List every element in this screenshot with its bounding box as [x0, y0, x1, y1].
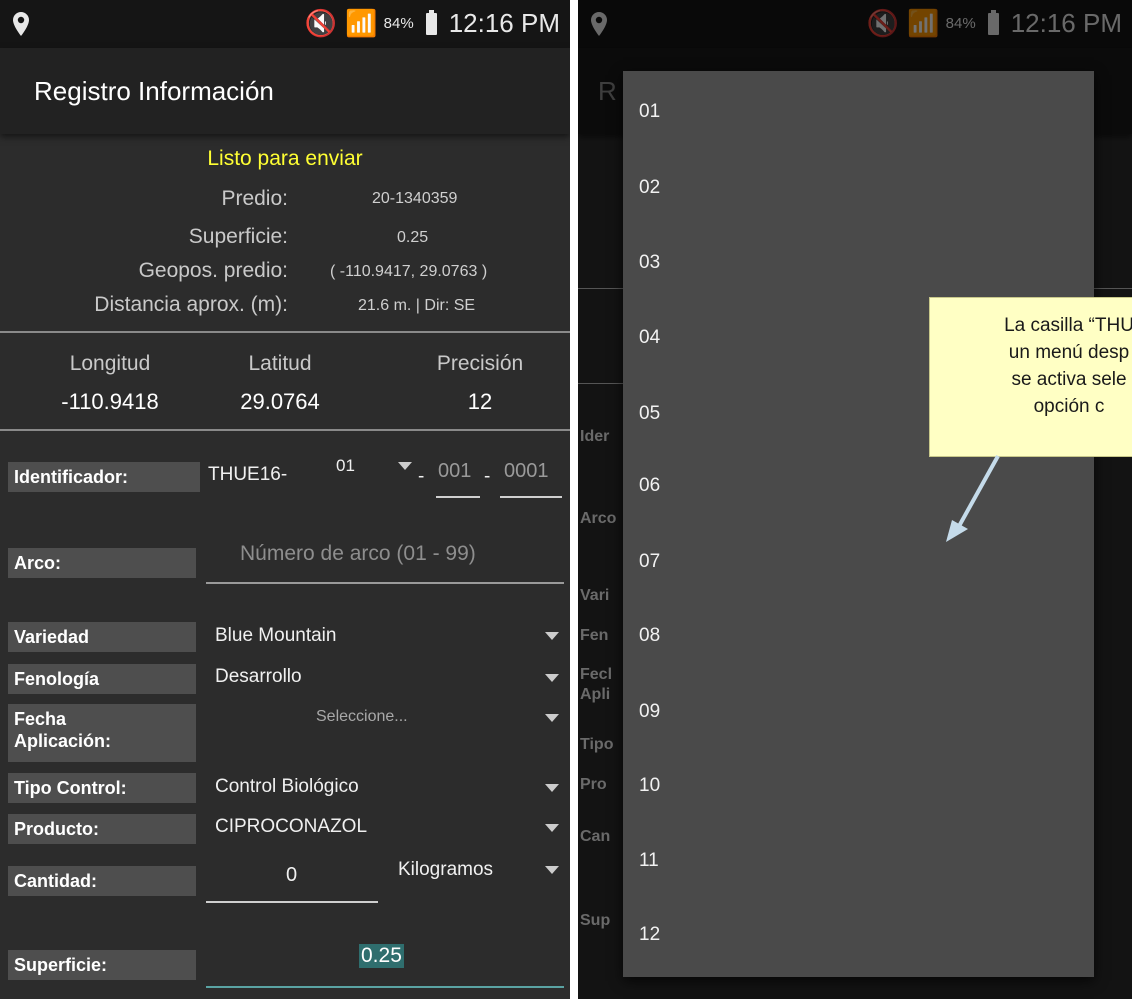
dim-label: Arco — [580, 510, 617, 527]
left-phone-screen: 🔇 📶 84% 12:16 PM Registro Información Li… — [0, 0, 570, 999]
geopos-label: Geopos. predio: — [138, 259, 288, 282]
tipo-control-label: Tipo Control: — [8, 773, 196, 803]
producto-select[interactable]: CIPROCONAZOL — [215, 816, 367, 838]
identificador-sep1: - — [418, 466, 425, 487]
dropdown-option[interactable]: 06 — [639, 475, 660, 497]
longitud-value: -110.9418 — [61, 389, 159, 414]
identificador-select[interactable]: 01 — [336, 456, 355, 476]
app-bar: Registro Información — [0, 48, 570, 134]
battery-percent: 84% — [383, 15, 414, 32]
superficie-input[interactable]: 0.25 — [359, 944, 404, 968]
identificador-sep2: - — [484, 466, 491, 487]
dropdown-option[interactable]: 11 — [639, 850, 659, 872]
status-ready-text: Listo para enviar — [207, 147, 363, 170]
input-underline — [206, 901, 378, 903]
chevron-down-icon[interactable] — [545, 824, 559, 832]
latitud-label: Latitud — [248, 352, 312, 375]
dim-label: Apli — [580, 686, 611, 703]
precision-value: 12 — [467, 389, 493, 414]
variedad-label: Variedad — [8, 622, 196, 652]
distancia-label: Distancia aprox. (m): — [94, 293, 288, 316]
fecha-aplicacion-label: Fecha Aplicación: — [8, 704, 196, 762]
dropdown-option[interactable]: 12 — [639, 924, 660, 946]
predio-value: 20-1340359 — [372, 190, 458, 207]
fecha-label-line1: Fecha — [14, 709, 67, 729]
tipo-control-select[interactable]: Control Biológico — [215, 776, 359, 798]
dropdown-option[interactable]: 04 — [639, 327, 660, 349]
input-underline — [206, 582, 564, 584]
precision-label: Precisión — [436, 352, 524, 375]
dropdown-option[interactable]: 10 — [639, 775, 660, 797]
dim-label: Fen — [580, 627, 609, 644]
fenologia-label: Fenología — [8, 664, 196, 694]
callout-line: La casilla “THU — [1004, 315, 1132, 336]
wifi-icon: 📶 — [345, 8, 378, 38]
dim-label: Vari — [580, 587, 610, 604]
right-phone-screen: 🔇 📶 84% 12:16 PM R Ider Arco Vari Fen Fe… — [578, 0, 1132, 999]
chevron-down-icon[interactable] — [545, 784, 559, 792]
dropdown-option[interactable]: 07 — [639, 551, 660, 573]
fecha-select[interactable]: Seleccione... — [316, 708, 408, 726]
latitud-value: 29.0764 — [240, 389, 320, 414]
dropdown-option[interactable]: 03 — [639, 252, 660, 274]
arco-input[interactable]: Número de arco (01 - 99) — [240, 542, 476, 566]
unidad-select[interactable]: Kilogramos — [398, 859, 493, 881]
fecha-label-line2: Aplicación: — [14, 731, 112, 751]
chevron-down-icon[interactable] — [545, 714, 559, 722]
dim-label: Tipo — [580, 736, 614, 753]
dropdown-option[interactable]: 01 — [639, 101, 660, 123]
dim-label: Sup — [580, 912, 611, 929]
dim-label: Fecl — [580, 666, 613, 683]
input-underline — [206, 986, 564, 988]
distancia-value: 21.6 m. | Dir: SE — [358, 297, 476, 314]
superficie-label: Superficie: — [8, 950, 196, 980]
dropdown-option[interactable]: 02 — [639, 177, 660, 199]
dropdown-option[interactable]: 08 — [639, 625, 660, 647]
cantidad-label: Cantidad: — [8, 866, 196, 896]
producto-label: Producto: — [8, 814, 196, 844]
chevron-down-icon[interactable] — [545, 632, 559, 640]
identificador-label: Identificador: — [8, 462, 200, 492]
fenologia-select[interactable]: Desarrollo — [215, 666, 302, 688]
battery-icon — [425, 9, 437, 35]
callout-line: opción c — [1033, 396, 1105, 417]
dropdown-option[interactable]: 09 — [639, 701, 660, 723]
chevron-down-icon[interactable] — [545, 674, 559, 682]
chevron-down-icon[interactable] — [398, 462, 412, 470]
dropdown-list: 01 02 03 04 05 06 07 08 09 10 11 12 — [623, 71, 1094, 977]
callout-line: se activa sele — [1011, 369, 1127, 390]
callout-line: un menú desp — [1008, 342, 1130, 363]
divider — [0, 331, 570, 333]
predio-label: Predio: — [221, 187, 288, 210]
divider — [0, 429, 570, 431]
superficie-info-value: 0.25 — [397, 229, 429, 246]
input-underline — [500, 496, 562, 498]
location-pin-icon — [13, 12, 29, 36]
dim-label: Pro — [580, 776, 607, 793]
app-title: Registro Información — [34, 76, 274, 106]
dropdown-option[interactable]: 05 — [639, 403, 660, 425]
clock: 12:16 PM — [448, 8, 560, 38]
variedad-select[interactable]: Blue Mountain — [215, 625, 336, 647]
dim-label: Ider — [580, 428, 610, 445]
annotation-callout: La casilla “THU un menú desp se activa s… — [929, 297, 1132, 457]
input-underline — [436, 496, 480, 498]
identificador-prefix: THUE16- — [208, 464, 288, 485]
dim-label: Can — [580, 828, 611, 845]
identificador-part2-input[interactable]: 001 — [438, 460, 471, 483]
superficie-info-label: Superficie: — [188, 225, 288, 248]
cantidad-input[interactable]: 0 — [286, 864, 297, 887]
geopos-value: ( -110.9417, 29.0763 ) — [330, 263, 488, 280]
arco-label: Arco: — [8, 548, 196, 578]
annotation-arrow-icon — [946, 455, 1000, 542]
identificador-part3-input[interactable]: 0001 — [504, 460, 549, 483]
status-bar: 🔇 📶 84% 12:16 PM — [0, 0, 570, 48]
mute-icon: 🔇 — [304, 8, 338, 38]
chevron-down-icon[interactable] — [545, 866, 559, 874]
longitud-label: Longitud — [69, 352, 151, 375]
